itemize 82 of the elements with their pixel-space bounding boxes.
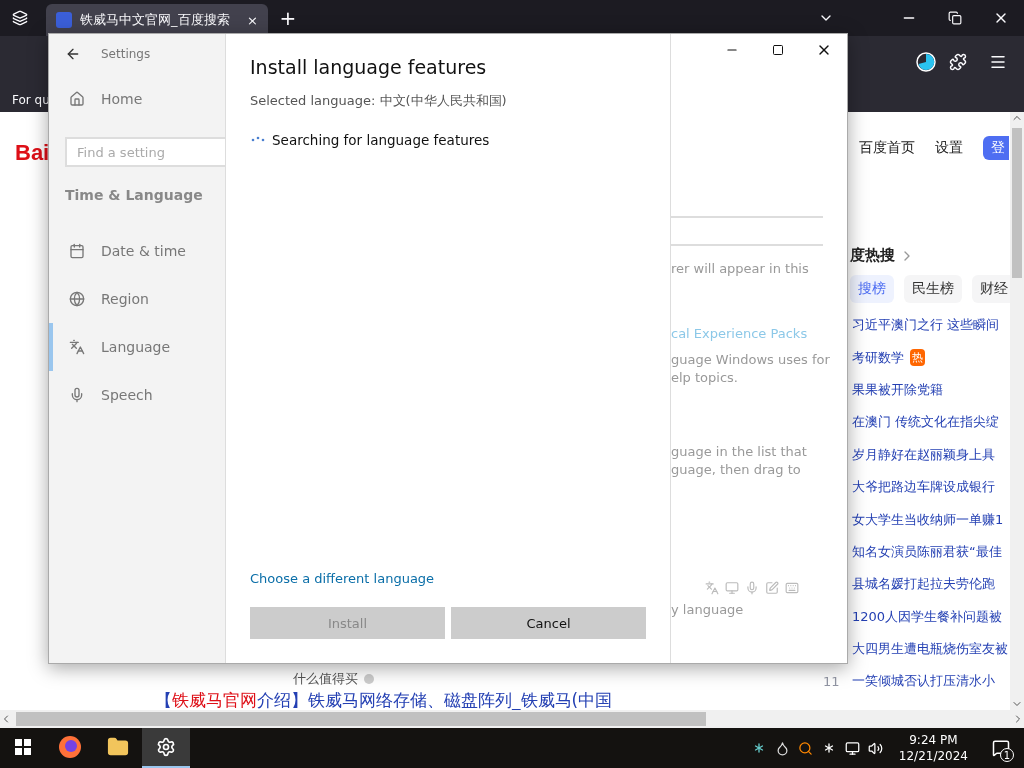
nav-link[interactable]: 百度首页 xyxy=(859,139,915,157)
hot-search-link[interactable]: 在澳门 传统文化在指尖绽 xyxy=(852,413,1000,432)
logo[interactable]: Bai xyxy=(15,140,50,165)
description-text: elp topics. xyxy=(671,369,739,387)
network-icon[interactable] xyxy=(844,740,860,756)
search-field[interactable]: Find a setting xyxy=(65,137,225,167)
favicon-icon xyxy=(56,12,72,28)
scroll-thumb[interactable] xyxy=(16,712,706,726)
source-label: 什么值得买 xyxy=(293,670,358,688)
calendar-icon xyxy=(69,243,85,259)
new-tab-button[interactable]: + xyxy=(268,0,308,36)
taskbar-app[interactable] xyxy=(142,728,190,768)
menu-icon[interactable] xyxy=(989,53,1007,71)
dialog-button[interactable]: Cancel xyxy=(451,607,646,639)
volume-icon[interactable] xyxy=(867,740,883,756)
hot-search-link[interactable]: 女大学生当收纳师一单赚1 xyxy=(852,510,1004,529)
login-button[interactable]: 登 xyxy=(983,136,1009,160)
monitor-icon xyxy=(725,581,739,595)
language-icon xyxy=(69,339,85,355)
notification-icon xyxy=(992,739,1010,757)
dot-icon xyxy=(364,674,374,684)
status-text: Searching for language features xyxy=(272,132,490,148)
handwriting-icon xyxy=(765,581,779,595)
description-text: y language xyxy=(671,601,745,619)
description-text: guage in the list that xyxy=(671,443,808,461)
hot-search-link[interactable]: 岁月静好在赵丽颖身上具 xyxy=(852,445,995,464)
firefox-icon xyxy=(58,735,82,759)
hot-search-title[interactable]: 度热搜 xyxy=(850,246,895,265)
folder-icon xyxy=(107,736,129,758)
hot-search-link[interactable]: 习近平澳门之行 这些瞬间 xyxy=(852,316,1000,335)
hot-search-link[interactable]: 大四男生遭电瓶烧伤室友被 xyxy=(852,640,1008,659)
hot-search-link[interactable]: 1200人因学生餐补问题被 xyxy=(852,607,1003,626)
account-icon[interactable] xyxy=(916,52,936,72)
section-title: Time & Language xyxy=(64,186,204,205)
hot-search-link[interactable]: 知名女演员陈丽君获“最佳 xyxy=(852,542,1002,561)
keyboard-icon xyxy=(785,581,799,595)
horizontal-scrollbar[interactable] xyxy=(0,710,1024,728)
hot-search-link[interactable]: 果果被开除党籍 xyxy=(852,380,943,399)
vertical-scrollbar[interactable] xyxy=(1010,112,1024,710)
hot-list-tab[interactable]: 民生榜 xyxy=(904,275,962,303)
nav-item[interactable]: Region xyxy=(49,275,225,323)
extensions-icon[interactable] xyxy=(949,53,967,71)
clock[interactable]: 9:24 PM 12/21/2024 xyxy=(898,732,968,764)
home-icon xyxy=(69,91,85,107)
close-tab-button[interactable]: × xyxy=(247,12,258,28)
description-text: guage Windows uses for xyxy=(671,351,831,369)
language-icon xyxy=(705,581,719,595)
rank-number: 11 xyxy=(822,674,841,689)
droplet-icon[interactable] xyxy=(774,740,790,756)
browser-tab[interactable]: 铁威马中文官网_百度搜索 × xyxy=(46,4,268,36)
globe-icon xyxy=(69,291,85,307)
description-text: rer will appear in this xyxy=(671,260,810,278)
choose-language-link[interactable]: Choose a different language xyxy=(250,571,435,586)
search-icon[interactable] xyxy=(797,740,813,756)
hot-search-link[interactable]: 考研数学 xyxy=(852,348,904,367)
hot-search-link[interactable]: 大爷把路边车牌设成银行 xyxy=(852,478,995,497)
settings-icon xyxy=(156,737,176,757)
nav-item[interactable]: Home xyxy=(49,75,225,123)
result-title-link[interactable]: 【铁威马官网介绍】铁威马网络存储、磁盘阵列_铁威马(中国 xyxy=(15,690,810,710)
tab-list-icon[interactable] xyxy=(12,10,28,26)
search-field[interactable] xyxy=(671,216,823,246)
scroll-thumb[interactable] xyxy=(1012,128,1022,278)
tab-title: 铁威马中文官网_百度搜索 xyxy=(80,11,231,29)
back-icon[interactable] xyxy=(65,46,81,62)
mic-icon xyxy=(745,581,759,595)
window-title: Settings xyxy=(101,47,151,61)
restore-icon[interactable] xyxy=(948,11,962,25)
hot-list-tab[interactable]: 搜榜 xyxy=(850,275,894,303)
maximize-icon[interactable] xyxy=(772,44,784,56)
hot-search-link[interactable]: 县城名媛打起拉夫劳伦跑 xyxy=(852,575,995,594)
hot-badge: 热 xyxy=(910,349,925,367)
selected-language-text: Selected language: 中文(中华人民共和国) xyxy=(250,92,508,110)
nav-item[interactable]: Date & time xyxy=(49,227,225,275)
windows-icon[interactable] xyxy=(15,739,31,755)
dialog-title: Install language features xyxy=(250,56,488,78)
hot-search-link[interactable]: 一笑倾城否认打压清水小 xyxy=(852,672,995,691)
description-text: guage, then drag to xyxy=(671,461,802,479)
nav-item[interactable]: Speech xyxy=(49,371,225,419)
nav-link[interactable]: 设置 xyxy=(935,139,963,157)
mic-icon xyxy=(69,387,85,403)
notification-button[interactable]: 1 xyxy=(984,728,1018,768)
hot-list-tab[interactable]: 财经 xyxy=(972,275,1010,303)
